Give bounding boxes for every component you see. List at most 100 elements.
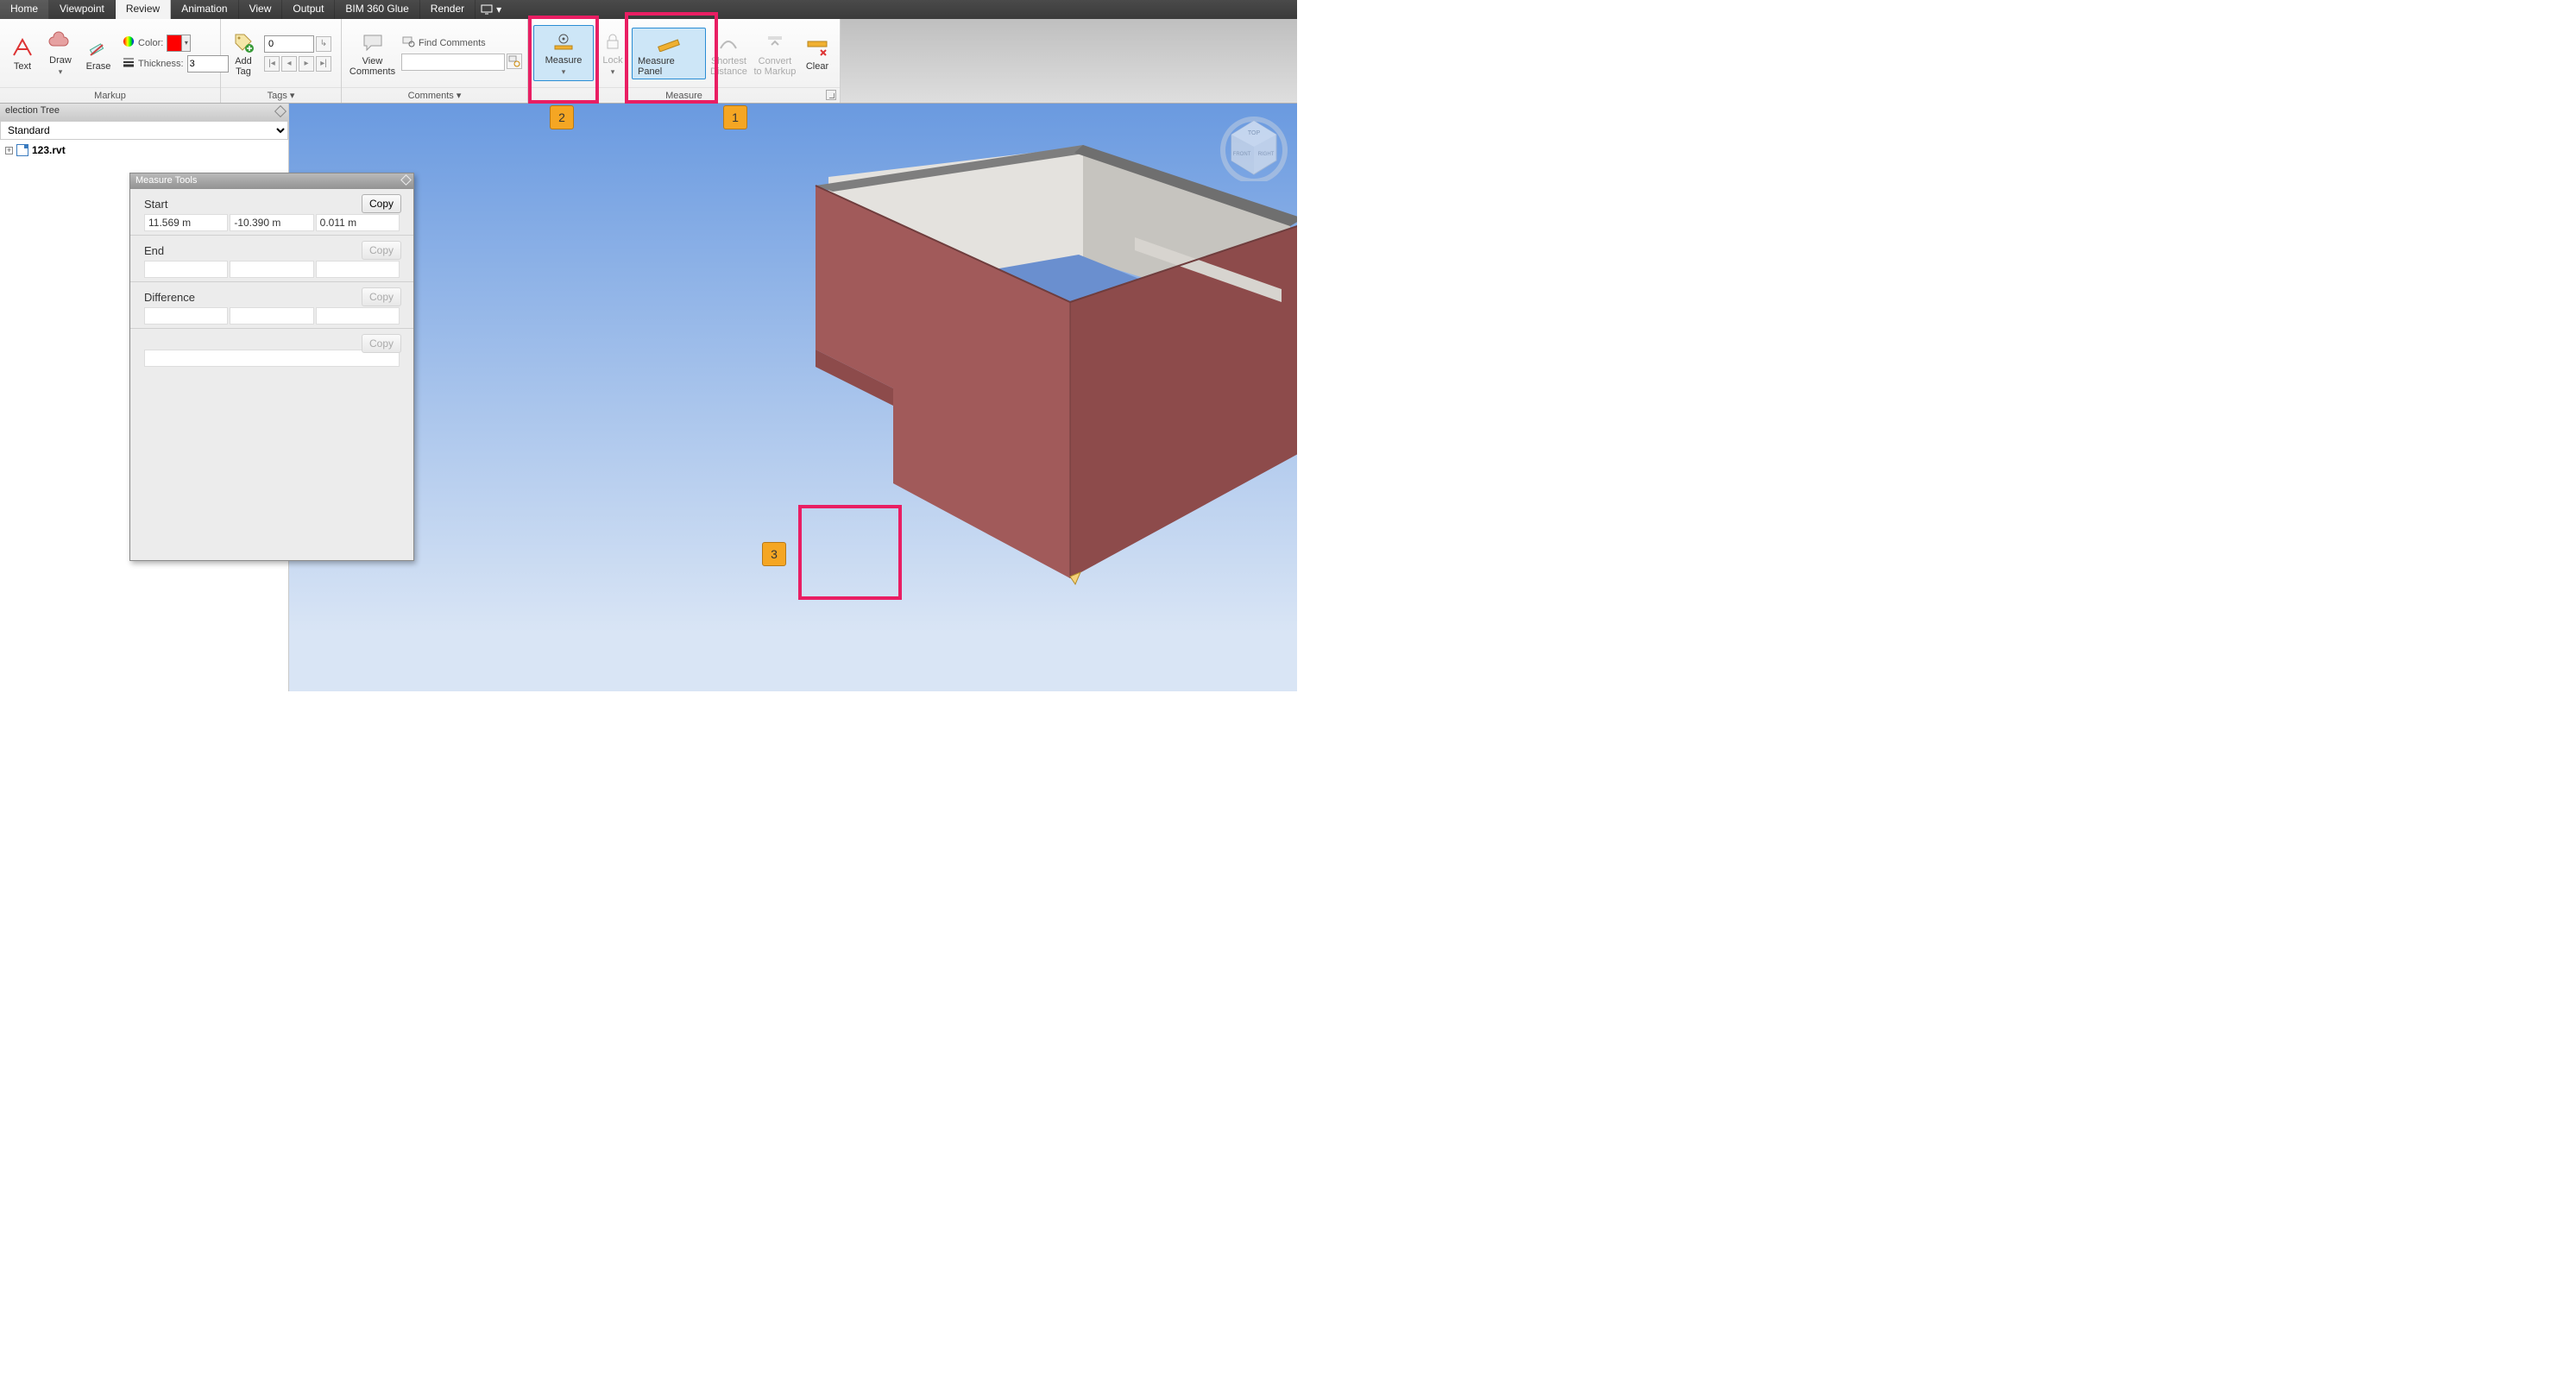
speech-bubble-icon: [361, 30, 385, 54]
file-icon: [16, 144, 28, 156]
thickness-label: Thickness:: [138, 59, 184, 69]
start-x-value: 11.569 m: [144, 214, 228, 231]
menu-home[interactable]: Home: [0, 0, 49, 19]
pin-icon[interactable]: [274, 105, 287, 117]
lock-label: Lock: [602, 55, 622, 66]
shortest-distance-icon: [716, 30, 740, 54]
measure-diff-section: Copy Difference: [130, 282, 413, 329]
view-comments-button[interactable]: View Comments: [347, 28, 398, 79]
start-z-value: 0.011 m: [316, 214, 400, 231]
chevron-down-icon: ▾: [611, 67, 615, 77]
viewcube-top-face[interactable]: TOP: [1248, 130, 1261, 136]
tag-last-button[interactable]: ▸|: [316, 56, 331, 72]
color-gradient-icon: [123, 35, 135, 50]
quick-access-dropdown[interactable]: ▾: [476, 0, 507, 19]
tag-number-field[interactable]: [264, 35, 314, 53]
clear-button[interactable]: Clear: [800, 34, 835, 73]
color-preview: [167, 35, 181, 51]
monitor-icon: [481, 3, 493, 16]
measure-panel-label: Measure Panel: [638, 56, 700, 77]
menu-bim360glue[interactable]: BIM 360 Glue: [335, 0, 419, 19]
group-label-markup: Markup: [0, 87, 220, 103]
ribbon-group-markup: Text Draw ▾ Erase Colo: [0, 19, 221, 103]
menu-output[interactable]: Output: [282, 0, 335, 19]
menu-render[interactable]: Render: [420, 0, 476, 19]
tag-first-button[interactable]: |◂: [264, 56, 280, 72]
viewport-3d[interactable]: 3 TOP FRONT RIGHT: [289, 104, 1297, 691]
draw-button[interactable]: Draw ▾: [43, 28, 78, 79]
measure-extra-section: Copy: [130, 329, 413, 370]
viewcube-front-face[interactable]: FRONT: [1233, 152, 1251, 157]
tag-goto-button[interactable]: ↳: [316, 36, 331, 52]
shortest-distance-button[interactable]: Shortest Distance: [708, 28, 750, 79]
ribbon-group-measure: Measure ▾ Lock ▾ Measure Panel: [528, 19, 841, 103]
end-x-value: [144, 261, 228, 278]
view-comments-label: View Comments: [350, 56, 395, 77]
selection-tree: + 123.rvt: [0, 140, 288, 161]
measure-start-section: Copy Start 11.569 m -10.390 m 0.011 m: [130, 189, 413, 236]
end-z-value: [316, 261, 400, 278]
find-comments-input[interactable]: [401, 54, 505, 71]
tag-plus-icon: [231, 30, 255, 54]
measure-button[interactable]: Measure ▾: [533, 25, 594, 81]
viewcube-right-face[interactable]: RIGHT: [1258, 152, 1275, 157]
chevron-down-icon: ▾: [59, 67, 63, 77]
menubar: Home Viewpoint Review Animation View Out…: [0, 0, 1297, 19]
menu-review[interactable]: Review: [116, 0, 171, 19]
dialog-launcher-icon[interactable]: [826, 90, 836, 100]
measure-tools-title[interactable]: Measure Tools: [130, 173, 413, 189]
callout-1: 1: [723, 105, 747, 129]
chevron-down-icon: ▾: [181, 35, 190, 51]
diff-z-value: [316, 307, 400, 325]
tree-row-file[interactable]: + 123.rvt: [3, 143, 285, 157]
group-label-comments[interactable]: Comments ▾: [342, 87, 527, 103]
expand-icon[interactable]: +: [5, 147, 13, 154]
copy-extra-button: Copy: [362, 334, 401, 353]
eraser-icon: [86, 35, 110, 60]
shortest-distance-label: Shortest Distance: [710, 56, 747, 77]
extra-value: [144, 350, 400, 367]
ribbon-group-tags: Add Tag ↳ |◂ ◂ ▸ ▸| Tags ▾: [221, 19, 342, 103]
convert-to-markup-button[interactable]: Convert to Markup: [752, 28, 798, 79]
menu-animation[interactable]: Animation: [171, 0, 238, 19]
draw-label: Draw: [49, 55, 72, 66]
ribbon: Text Draw ▾ Erase Colo: [0, 19, 1297, 104]
text-label: Text: [14, 61, 31, 72]
selection-tree-mode[interactable]: Standard: [0, 121, 288, 140]
add-tag-label: Add Tag: [235, 56, 252, 77]
end-y-value: [230, 261, 313, 278]
erase-button[interactable]: Erase: [81, 34, 116, 73]
add-tag-button[interactable]: Add Tag: [226, 28, 261, 79]
measure-end-section: Copy End: [130, 236, 413, 282]
convert-markup-label: Convert to Markup: [753, 56, 796, 77]
copy-diff-button: Copy: [362, 287, 401, 306]
chevron-down-icon: ▾: [496, 3, 501, 16]
measure-label: Measure: [545, 55, 583, 66]
copy-start-button[interactable]: Copy: [362, 194, 401, 213]
model-3d: [531, 121, 1297, 604]
viewcube[interactable]: TOP FRONT RIGHT: [1219, 112, 1288, 181]
menu-viewpoint[interactable]: Viewpoint: [49, 0, 116, 19]
diff-y-value: [230, 307, 313, 325]
measure-panel-button[interactable]: Measure Panel: [632, 28, 706, 79]
tag-prev-button[interactable]: ◂: [281, 56, 297, 72]
find-comments-icon: [401, 35, 415, 50]
selection-tree-title: election Tree: [0, 104, 288, 121]
group-label-tags[interactable]: Tags ▾: [221, 87, 341, 103]
measure-tools-dialog: Measure Tools Copy Start 11.569 m -10.39…: [129, 173, 414, 561]
clear-label: Clear: [806, 61, 828, 72]
find-comments-label[interactable]: Find Comments: [419, 38, 486, 48]
color-label: Color:: [138, 38, 163, 48]
color-swatch[interactable]: ▾: [167, 35, 191, 52]
tree-file-label: 123.rvt: [32, 144, 66, 156]
callout-2: 2: [550, 105, 574, 129]
tag-next-button[interactable]: ▸: [299, 56, 314, 72]
redline-text-icon: [10, 35, 35, 60]
lines-icon: [123, 56, 135, 71]
quick-find-button[interactable]: [507, 54, 522, 69]
lock-icon: [601, 29, 625, 54]
text-button[interactable]: Text: [5, 34, 40, 73]
pin-icon[interactable]: [400, 174, 412, 186]
menu-view[interactable]: View: [239, 0, 283, 19]
lock-button[interactable]: Lock ▾: [595, 28, 630, 79]
